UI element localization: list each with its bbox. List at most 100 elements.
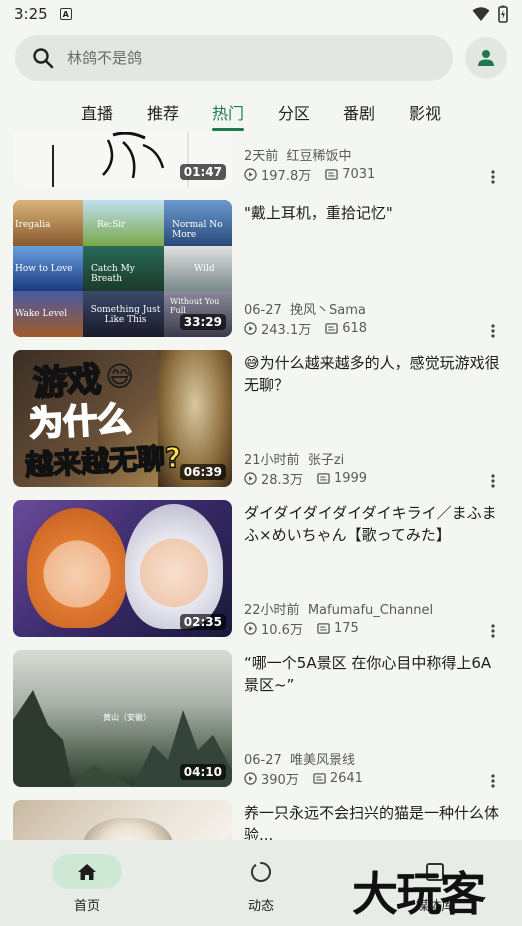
duration-badge: 02:35 [179, 614, 226, 630]
video-item[interactable]: 黄山（安徽） 04:10 “哪一个5A景区 在你心目中称得上6A景区~” 06-… [13, 650, 513, 788]
author-name: 红豆稀饭中 [286, 149, 352, 164]
upload-time: 06-27 [244, 303, 282, 318]
nav-home[interactable]: 首页 [27, 840, 147, 926]
wifi-icon [472, 7, 490, 21]
thumbnail-character [125, 504, 223, 629]
video-title[interactable]: 养一只永远不会扫兴的猫是一种什么体验... [244, 802, 506, 840]
danmaku-icon [325, 323, 338, 334]
author-name: 唯美风景线 [290, 753, 356, 768]
video-item[interactable]: Iregalia Re:Sir Normal No More How to Lo… [13, 200, 513, 338]
collage-tile: Re:Sir [83, 200, 164, 246]
danmaku-count: 175 [333, 621, 359, 636]
view-count: 28.3万 [261, 473, 303, 488]
upload-time: 21小时前 [244, 453, 300, 468]
tab-categories[interactable]: 分区 [278, 100, 310, 124]
active-tab-indicator [212, 128, 244, 131]
more-options-button[interactable] [485, 621, 501, 641]
video-stats: 10.6万 175 [244, 619, 359, 638]
view-count: 10.6万 [261, 623, 303, 638]
thumbnail-character [27, 508, 127, 628]
thumbnail-text: 越来越无聊? [24, 440, 183, 483]
video-item[interactable]: 02:35 ダイダイダイダイダイキライ／まふまふ×めいちゃん【歌ってみた】 22… [13, 500, 513, 638]
thumbnail-text: 为什么 [27, 398, 133, 445]
video-title[interactable]: ダイダイダイダイダイキライ／まふまふ×めいちゃん【歌ってみた】 [244, 502, 506, 546]
video-item[interactable]: 01:47 2天前 红豆稀饭中 197.8万 7031 [13, 132, 513, 187]
search-bar[interactable] [15, 35, 453, 81]
tab-movies[interactable]: 影视 [409, 100, 441, 124]
search-input[interactable] [67, 49, 407, 67]
video-time-author: 21小时前 张子zi [244, 449, 344, 468]
home-icon [78, 863, 96, 880]
video-item[interactable]: 养一只永远不会扫兴的猫是一种什么体验... [13, 800, 513, 840]
play-count-icon [244, 472, 257, 485]
sweat-smile-emoji: 😅 [105, 360, 135, 393]
upload-time: 06-27 [244, 753, 282, 768]
author-name: Mafumafu_Channel [307, 603, 434, 618]
more-options-button[interactable] [485, 471, 501, 491]
view-count: 243.1万 [261, 323, 312, 338]
danmaku-icon [317, 623, 330, 634]
video-time-author: 22小时前 Mafumafu_Channel [244, 599, 433, 618]
more-vertical-icon [491, 324, 495, 338]
video-thumbnail[interactable] [13, 800, 232, 840]
collage-tile: How to Love [13, 246, 83, 291]
more-vertical-icon [491, 474, 495, 488]
more-vertical-icon [491, 624, 495, 638]
tab-trending[interactable]: 热门 [212, 100, 244, 124]
nav-dynamic-pill [226, 854, 296, 889]
duration-badge: 04:10 [179, 764, 226, 780]
video-thumbnail[interactable]: 02:35 [13, 500, 232, 637]
collage-tile: Wild [164, 246, 232, 291]
video-title[interactable]: "戴上耳机，重拾记忆" [244, 202, 506, 224]
video-stats: 243.1万 618 [244, 319, 367, 338]
video-thumbnail[interactable]: Iregalia Re:Sir Normal No More How to Lo… [13, 200, 232, 337]
video-title[interactable]: “哪一个5A景区 在你心目中称得上6A景区~” [244, 652, 506, 696]
search-icon [33, 48, 54, 69]
tab-anime[interactable]: 番剧 [343, 100, 375, 124]
author-name: 挽风丶Sama [290, 303, 366, 318]
video-item[interactable]: 游戏 😅 为什么 越来越无聊? 06:39 😅为什么越来越多的人，感觉玩游戏很无… [13, 350, 513, 488]
collage-tile: Catch My Breath [83, 246, 164, 291]
danmaku-count: 2641 [329, 771, 363, 786]
video-title[interactable]: 😅为什么越来越多的人，感觉玩游戏很无聊？ [244, 352, 506, 396]
author-name: 张子zi [307, 453, 345, 468]
collage-tile: Something Just Like This [83, 291, 164, 337]
duration-badge: 33:29 [179, 314, 226, 330]
danmaku-icon [313, 773, 326, 784]
video-stats: 28.3万 1999 [244, 469, 367, 488]
play-count-icon [244, 772, 257, 785]
more-vertical-icon [491, 774, 495, 788]
tab-live[interactable]: 直播 [81, 100, 113, 124]
play-count-icon [244, 322, 257, 335]
more-vertical-icon [491, 170, 495, 184]
tab-recommend[interactable]: 推荐 [147, 100, 179, 124]
video-thumbnail[interactable]: 01:47 [13, 132, 232, 187]
more-options-button[interactable] [485, 771, 501, 791]
profile-button[interactable] [465, 37, 507, 79]
dynamic-icon [251, 861, 271, 882]
upload-time: 2天前 [244, 149, 279, 164]
nav-dynamic[interactable]: 动态 [201, 840, 321, 926]
video-time-author: 2天前 红豆稀饭中 [244, 145, 352, 164]
notification-icon: A [59, 8, 72, 20]
status-time: 3:25 [14, 5, 48, 23]
video-time-author: 06-27 挽风丶Sama [244, 299, 366, 318]
more-options-button[interactable] [485, 167, 501, 187]
video-list[interactable]: 01:47 2天前 红豆稀饭中 197.8万 7031 Iregalia Re:… [0, 132, 522, 840]
thumbnail-caption: 黄山（安徽） [103, 713, 151, 722]
video-stats: 390万 2641 [244, 769, 363, 788]
video-thumbnail[interactable]: 游戏 😅 为什么 越来越无聊? 06:39 [13, 350, 232, 487]
view-count: 390万 [261, 773, 299, 788]
more-options-button[interactable] [485, 321, 501, 341]
danmaku-icon [317, 473, 330, 484]
upload-time: 22小时前 [244, 603, 300, 618]
person-icon [478, 50, 494, 66]
video-thumbnail[interactable]: 黄山（安徽） 04:10 [13, 650, 232, 787]
danmaku-count: 7031 [342, 167, 376, 182]
danmaku-icon [325, 169, 338, 180]
collage-tile: Normal No More [164, 200, 232, 246]
collage-tile: Iregalia [13, 200, 83, 246]
nav-dynamic-label: 动态 [247, 899, 274, 914]
view-count: 197.8万 [261, 169, 312, 184]
nav-home-pill [52, 854, 122, 889]
